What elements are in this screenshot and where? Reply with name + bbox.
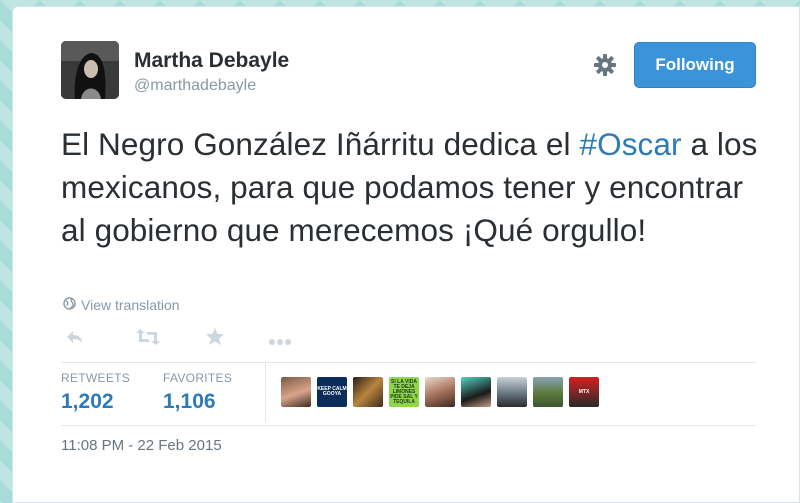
favoriter-avatar[interactable] [497,377,527,407]
favorites-label: FAVORITES [163,371,233,385]
globe-icon [63,297,81,313]
stats-vertical-divider [265,362,266,422]
favoriter-avatar[interactable]: MTX [569,377,599,407]
favoriter-avatar[interactable] [461,377,491,407]
retweet-icon[interactable] [135,327,161,352]
avatar[interactable] [61,41,119,99]
tweet-actions [65,327,305,351]
author-handle[interactable]: @marthadebayle [134,77,256,95]
author-name[interactable]: Martha Debayle [134,49,289,73]
favoriter-avatar[interactable]: SI LA VIDA TE DEJA LIMONES PIDE SAL Y TE… [389,377,419,407]
favoriter-avatar[interactable] [281,377,311,407]
tweet-text-start: El Negro González Iñárritu dedica el [61,126,580,162]
divider-bottom [61,425,756,426]
reply-icon[interactable] [65,327,85,352]
tweet-text: El Negro González Iñárritu dedica el #Os… [61,123,771,252]
retweets-stat[interactable]: RETWEETS 1,202 [61,371,130,414]
favoriter-avatar-text: SI LA VIDA TE DEJA LIMONES PIDE SAL Y TE… [390,378,418,405]
following-button[interactable]: Following [634,42,756,88]
favoriter-avatar[interactable] [353,377,383,407]
retweets-label: RETWEETS [61,371,131,385]
view-translation-label: View translation [81,297,180,313]
favoriter-avatar-text: MTX [578,388,590,395]
favoriters-avatars: KEEP CALM GOOYA SI LA VIDA TE DEJA LIMON… [281,377,605,407]
retweets-count[interactable]: 1,202 [61,390,130,414]
hashtag-link[interactable]: #Oscar [579,126,681,162]
tweet-card: Martha Debayle @marthadebayle Following … [12,6,800,503]
tweet-timestamp[interactable]: 11:08 PM - 22 Feb 2015 [61,437,222,454]
gear-icon[interactable] [593,53,617,77]
favoriter-avatar[interactable] [425,377,455,407]
star-icon[interactable] [205,327,225,352]
favoriter-avatar[interactable]: KEEP CALM GOOYA [317,377,347,407]
divider-top [61,362,756,363]
more-icon[interactable] [268,333,292,351]
favoriter-avatar[interactable] [533,377,563,407]
favoriter-avatar-text: KEEP CALM GOOYA [317,386,347,397]
favorites-stat[interactable]: FAVORITES 1,106 [163,371,232,414]
favorites-count[interactable]: 1,106 [163,390,232,414]
view-translation-link[interactable]: View translation [63,297,180,313]
